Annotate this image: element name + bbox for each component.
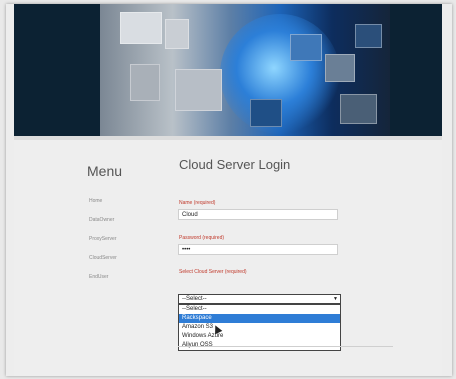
form-divider bbox=[178, 346, 393, 347]
dropdown-option[interactable]: Windows Azure bbox=[179, 332, 340, 341]
menu-item-home[interactable]: Home bbox=[89, 198, 102, 204]
password-label: Password (required) bbox=[179, 235, 225, 241]
login-title: Cloud Server Login bbox=[179, 157, 291, 172]
cloud-server-dropdown: --Select-- Rackspace Amazon S3 Windows A… bbox=[178, 304, 341, 351]
menu-title: Menu bbox=[87, 163, 123, 179]
site-header bbox=[14, 4, 442, 136]
name-label: Name (required) bbox=[179, 200, 216, 206]
select-value: --Select-- bbox=[182, 296, 207, 302]
chevron-down-icon: ▼ bbox=[333, 296, 338, 302]
banner-tile bbox=[130, 64, 160, 101]
page-content: Menu Home DataOwner ProxyServer CloudSer… bbox=[14, 140, 442, 376]
menu-item-enduser[interactable]: EndUser bbox=[89, 274, 108, 280]
name-field[interactable]: Cloud bbox=[178, 209, 338, 220]
password-field[interactable]: •••• bbox=[178, 244, 338, 255]
banner-tile bbox=[355, 24, 382, 48]
menu-item-proxyserver[interactable]: ProxyServer bbox=[89, 236, 117, 242]
cloud-server-select[interactable]: --Select-- ▼ bbox=[178, 294, 341, 304]
menu-item-cloudserver[interactable]: CloudServer bbox=[89, 255, 117, 261]
banner-tile bbox=[250, 99, 282, 127]
menu-item-dataowner[interactable]: DataOwner bbox=[89, 217, 114, 223]
dropdown-option[interactable]: Amazon S3 bbox=[179, 323, 340, 332]
header-banner-image bbox=[100, 4, 390, 136]
dropdown-option-highlighted[interactable]: Rackspace bbox=[179, 314, 340, 323]
cloud-server-label: Select Cloud Server (required) bbox=[179, 269, 247, 275]
banner-tile bbox=[120, 12, 162, 44]
banner-tile bbox=[325, 54, 355, 82]
banner-tile bbox=[165, 19, 189, 49]
banner-tile bbox=[340, 94, 377, 124]
banner-tile bbox=[290, 34, 322, 61]
dropdown-option[interactable]: --Select-- bbox=[179, 305, 340, 314]
banner-tile bbox=[175, 69, 222, 111]
